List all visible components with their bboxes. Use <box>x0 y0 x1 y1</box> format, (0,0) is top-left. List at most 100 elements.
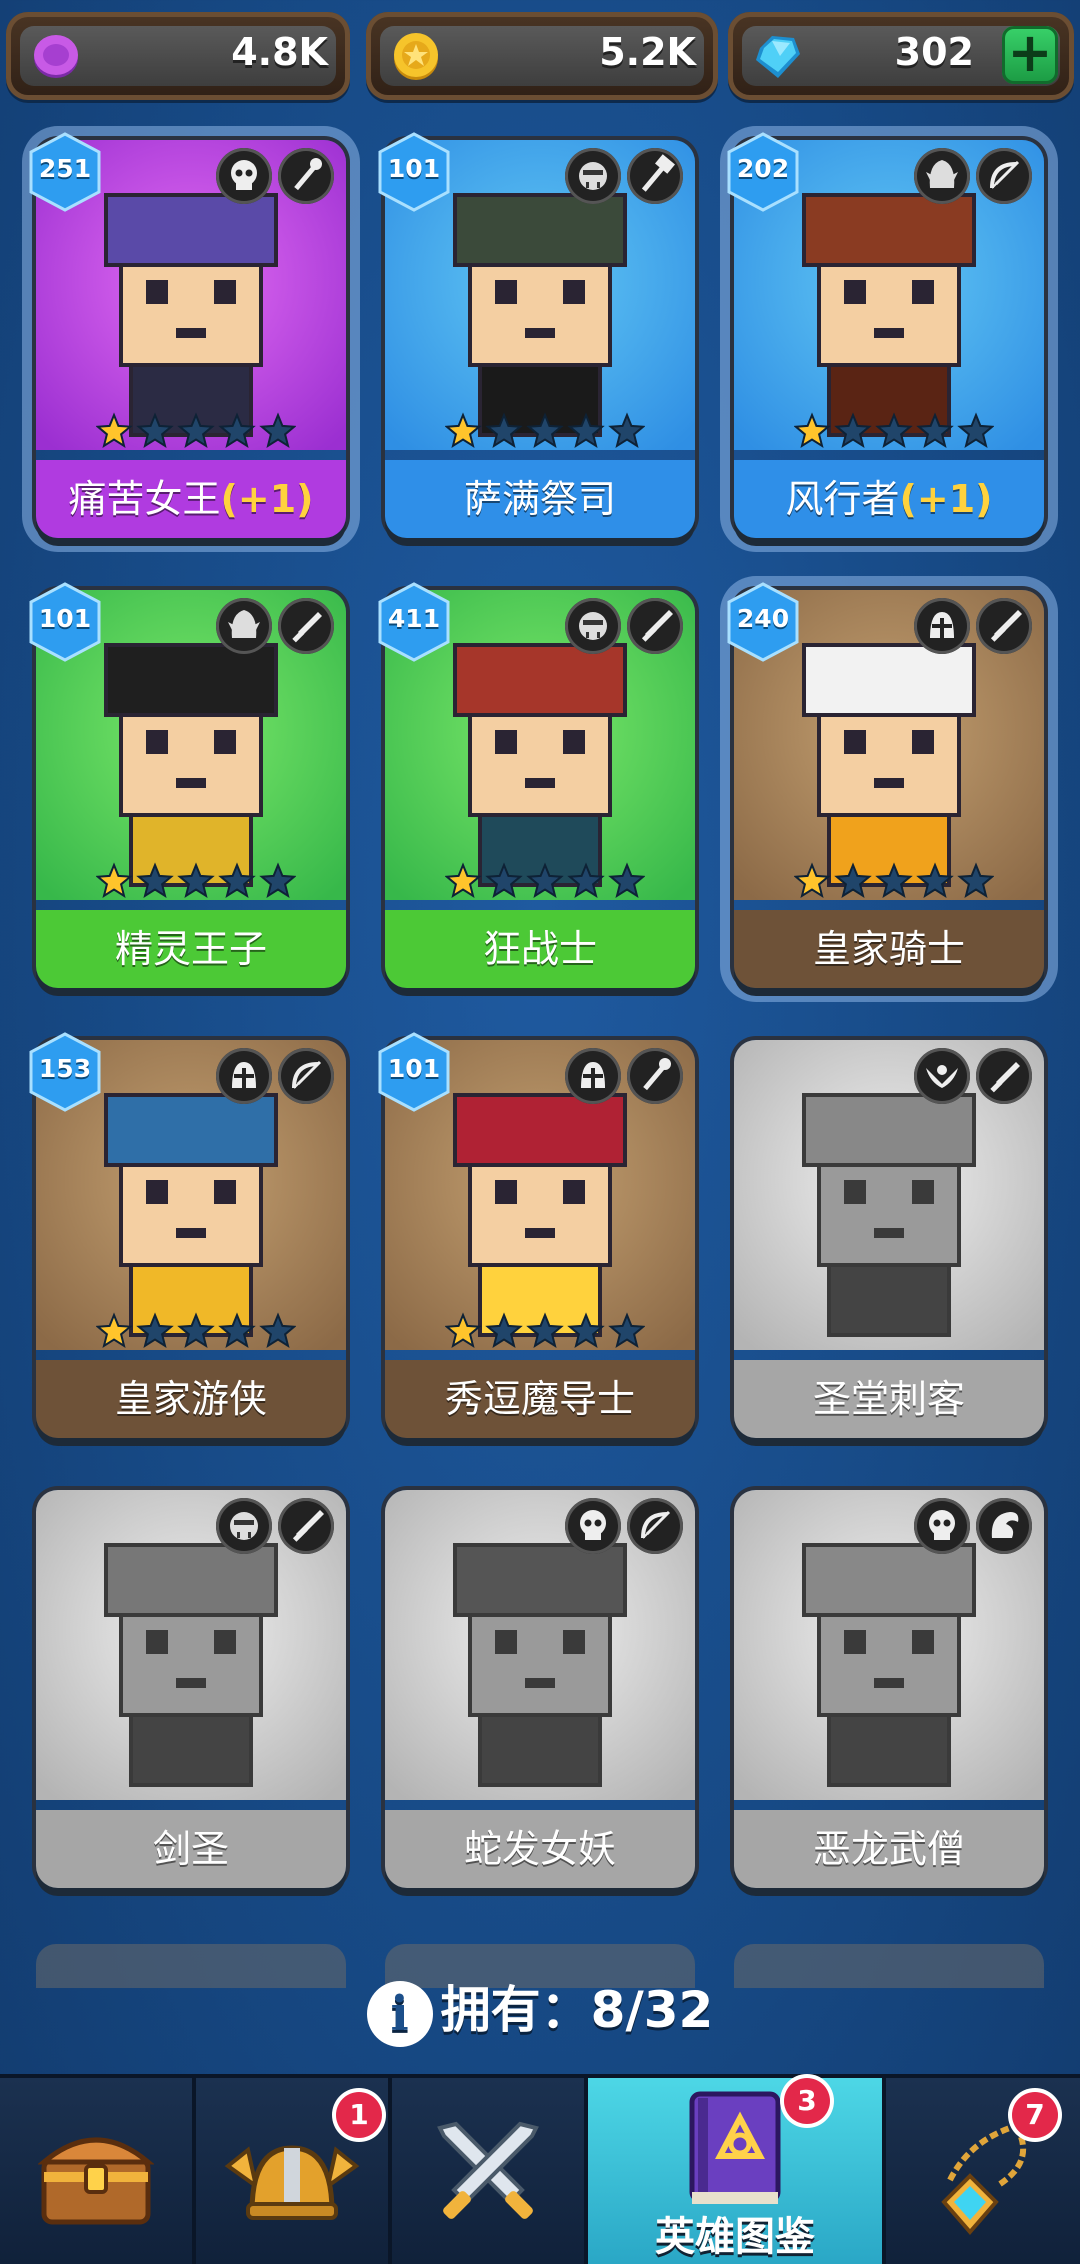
star-rating <box>794 862 994 898</box>
nav-helmet-badge: 1 <box>336 2092 382 2138</box>
hero-name: 剑圣 <box>36 1810 346 1888</box>
hero-name-text: 皇家骑士 <box>812 927 965 971</box>
sword-class-icon <box>976 598 1032 654</box>
star-rating <box>794 412 994 448</box>
dagger-class-icon <box>976 1048 1032 1104</box>
level-badge: 411 <box>377 582 451 662</box>
staff-class-icon <box>627 1048 683 1104</box>
star-rating <box>96 1312 296 1348</box>
hero-card[interactable]: 恶龙武僧 <box>734 1490 1044 1888</box>
hero-name-text: 皇家游侠 <box>114 1377 267 1421</box>
level-value: 251 <box>38 154 92 183</box>
nav-helmet[interactable]: 1 <box>196 2078 392 2264</box>
skull-faction-icon <box>565 1498 621 1554</box>
hero-name: 蛇发女妖 <box>385 1810 695 1888</box>
hero-bonus: (+1) <box>220 477 314 521</box>
elf-faction-icon <box>216 598 272 654</box>
wings-faction-icon <box>914 1048 970 1104</box>
hero-name-text: 精灵王子 <box>114 927 267 971</box>
hero-name: 皇家骑士 <box>734 910 1044 988</box>
level-badge: 101 <box>377 1032 451 1112</box>
hero-name: 秀逗魔导士 <box>385 1360 695 1438</box>
hero-name: 圣堂刺客 <box>734 1360 1044 1438</box>
orc-faction-icon <box>565 148 621 204</box>
chest-icon <box>38 2137 154 2225</box>
skull-faction-icon <box>216 148 272 204</box>
hero-name-text: 萨满祭司 <box>463 477 616 521</box>
hero-name: 狂战士 <box>385 910 695 988</box>
hero-bonus: (+1) <box>899 477 993 521</box>
hammer-class-icon <box>627 148 683 204</box>
owned-label: 拥有： <box>440 1981 591 2039</box>
hero-card[interactable]: 剑圣 <box>36 1490 346 1888</box>
purple-coin-icon <box>34 35 78 78</box>
hero-name: 萨满祭司 <box>385 460 695 538</box>
gold-coin-value: 5.2K <box>599 30 696 74</box>
level-value: 101 <box>387 1054 441 1083</box>
hero-name: 精灵王子 <box>36 910 346 988</box>
level-badge: 101 <box>28 582 102 662</box>
purple-coin-value: 4.8K <box>231 30 328 74</box>
star-rating <box>445 862 645 898</box>
hero-book-icon <box>689 2091 781 2204</box>
nav-hero-book[interactable]: 3 英雄图鉴 <box>588 2078 886 2264</box>
gem-value: 302 <box>894 30 974 74</box>
level-badge: 240 <box>726 582 800 662</box>
nav-hero-book-label: 英雄图鉴 <box>655 2214 815 2260</box>
hero-name-text: 秀逗魔导士 <box>444 1377 635 1421</box>
amulet-icon <box>941 2123 1027 2236</box>
elf-faction-icon <box>914 148 970 204</box>
helmet-faction-icon <box>216 1048 272 1104</box>
nav-amulet-badge: 7 <box>1012 2092 1058 2138</box>
buy-gems-button[interactable]: + <box>1002 26 1058 84</box>
dragon-class-icon <box>976 1498 1032 1554</box>
hero-name-text: 痛苦女王 <box>68 477 221 521</box>
star-rating <box>96 412 296 448</box>
owned-counter: i 拥有：8/32 <box>0 1970 1080 2050</box>
hero-name-text: 蛇发女妖 <box>463 1827 616 1871</box>
nav-amulet[interactable]: 7 <box>886 2078 1080 2264</box>
hero-name: 痛苦女王(+1) <box>36 460 346 538</box>
hero-name: 皇家游侠 <box>36 1360 346 1438</box>
sword-class-icon <box>627 598 683 654</box>
level-value: 101 <box>387 154 441 183</box>
info-icon[interactable]: i <box>366 1980 433 2047</box>
viking-helmet-icon <box>224 2145 360 2220</box>
currency-bar: 4.8K 5.2K 302 + <box>6 12 1074 104</box>
gold-coin-counter: 5.2K <box>366 12 718 100</box>
helmet-faction-icon <box>914 598 970 654</box>
hero-name-text: 恶龙武僧 <box>812 1827 965 1871</box>
hero-name: 恶龙武僧 <box>734 1810 1044 1888</box>
gem-counter: 302 + <box>728 12 1074 100</box>
level-value: 202 <box>736 154 790 183</box>
level-badge: 202 <box>726 132 800 212</box>
level-value: 101 <box>38 604 92 633</box>
level-badge: 101 <box>377 132 451 212</box>
orc-faction-icon <box>565 598 621 654</box>
level-value: 153 <box>38 1054 92 1083</box>
level-badge: 153 <box>28 1032 102 1112</box>
star-rating <box>445 412 645 448</box>
nav-battle[interactable] <box>392 2078 588 2264</box>
sword-class-icon <box>278 1498 334 1554</box>
level-value: 240 <box>736 604 790 633</box>
purple-coin-counter: 4.8K <box>6 12 350 100</box>
bow-class-icon <box>976 148 1032 204</box>
bow-class-icon <box>278 1048 334 1104</box>
helmet-faction-icon <box>565 1048 621 1104</box>
level-badge: 251 <box>28 132 102 212</box>
nav-chest[interactable] <box>0 2078 196 2264</box>
hero-name-text: 风行者 <box>785 477 900 521</box>
staff-class-icon <box>278 148 334 204</box>
level-value: 411 <box>387 604 441 633</box>
hero-name: 风行者(+1) <box>734 460 1044 538</box>
owned-count: 8/32 <box>590 1981 714 2039</box>
hero-name-text: 狂战士 <box>482 927 597 971</box>
gem-icon <box>756 36 800 78</box>
bottom-nav: 1 3 英雄图鉴 7 <box>0 2074 1080 2264</box>
bow-class-icon <box>627 1498 683 1554</box>
orc-faction-icon <box>216 1498 272 1554</box>
hero-card[interactable]: 圣堂刺客 <box>734 1040 1044 1438</box>
hero-card[interactable]: 蛇发女妖 <box>385 1490 695 1888</box>
star-rating <box>445 1312 645 1348</box>
